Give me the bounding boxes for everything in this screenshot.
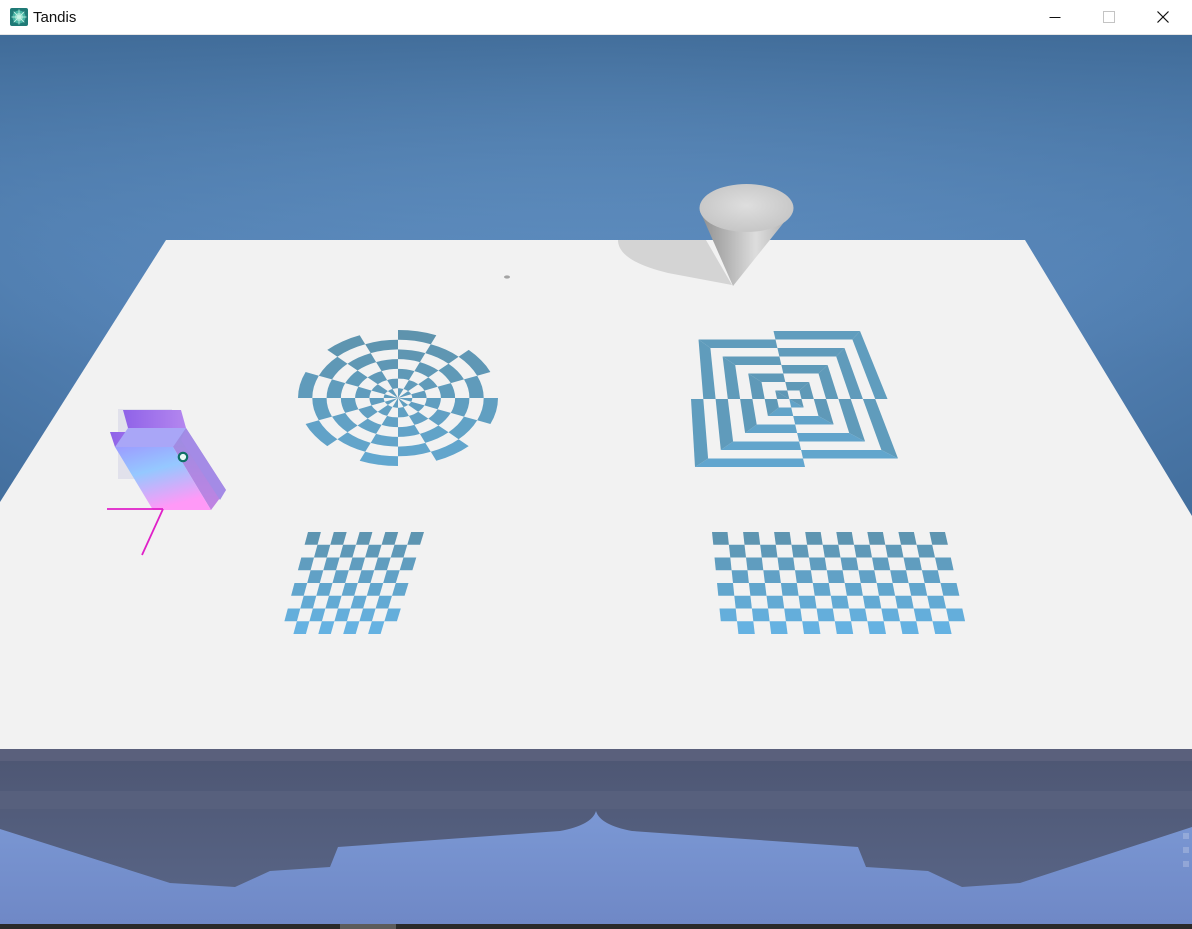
vortex-pattern-cell xyxy=(773,331,860,340)
vortex-pattern-cell xyxy=(801,450,898,459)
large-checker-cell xyxy=(836,532,854,545)
large-checker-cell xyxy=(921,570,941,583)
large-checker-cell xyxy=(849,608,868,622)
large-checker-cell xyxy=(940,583,960,596)
large-checker-cell xyxy=(731,570,749,583)
large-checker-cell xyxy=(844,583,863,596)
title-bar[interactable]: Tandis xyxy=(0,0,1192,35)
floor-marker-dot xyxy=(504,275,510,279)
large-checker-cell xyxy=(946,608,966,622)
large-checker-cell xyxy=(898,532,917,545)
large-checker-cell xyxy=(895,595,914,609)
maximize-icon xyxy=(1103,11,1115,23)
large-checker-cell xyxy=(826,570,845,583)
bottom-scrollbar[interactable] xyxy=(0,924,1192,929)
3d-scene[interactable] xyxy=(0,35,1192,924)
large-checker-cell xyxy=(798,595,817,609)
large-checker-cell xyxy=(916,544,935,558)
large-checker-cell xyxy=(867,532,886,545)
large-checker-cell xyxy=(816,608,835,622)
large-checker-cell xyxy=(834,621,854,634)
large-checker-cell xyxy=(809,557,827,571)
large-checker-cell xyxy=(908,583,928,596)
large-checker-cell xyxy=(812,583,831,596)
large-checker-cell xyxy=(766,595,785,609)
large-checker-cell xyxy=(769,621,788,634)
vortex-pattern-cell xyxy=(698,339,778,348)
large-checker-cell xyxy=(913,608,933,622)
vortex-pattern-cell xyxy=(695,458,805,467)
scrollbar-thumb[interactable] xyxy=(340,924,396,929)
large-checker-cell xyxy=(881,608,900,622)
under-floor-stripe xyxy=(0,791,1192,809)
window-title: Tandis xyxy=(33,9,77,26)
large-checker-cell xyxy=(774,532,792,545)
large-checker-cell xyxy=(822,544,841,558)
large-checker-cell xyxy=(780,583,799,596)
large-checker-cell xyxy=(784,608,803,622)
minimize-icon xyxy=(1049,17,1061,18)
vortex-pattern-cell xyxy=(777,348,845,357)
large-checker-cell xyxy=(890,570,909,583)
close-icon xyxy=(1157,11,1169,23)
large-checker-cell xyxy=(903,557,922,571)
large-checker-cell xyxy=(830,595,849,609)
large-checker-cell xyxy=(929,532,948,545)
large-checker-cell xyxy=(760,544,778,558)
large-checker-cell xyxy=(712,532,729,545)
large-checker-cell xyxy=(795,570,813,583)
large-checker-cell xyxy=(802,621,821,634)
block-pivot-handle[interactable] xyxy=(177,451,189,463)
floor-edge-band xyxy=(0,747,1192,761)
vortex-pattern-cell xyxy=(720,441,802,450)
large-checker-cell xyxy=(935,557,954,571)
large-checker-cell xyxy=(867,621,886,634)
large-checker-cell xyxy=(714,557,732,571)
large-checker-cell xyxy=(854,544,872,558)
large-checker-cell xyxy=(805,532,823,545)
large-checker-cell xyxy=(748,583,767,596)
large-checker-cell xyxy=(862,595,882,609)
3d-viewport[interactable] xyxy=(0,35,1192,924)
app-window: Tandis xyxy=(0,0,1192,929)
large-checker-cell xyxy=(746,557,764,571)
large-checker-cell xyxy=(876,583,896,596)
large-checker-cell xyxy=(763,570,781,583)
large-checker-cell xyxy=(872,557,891,571)
maximize-button[interactable] xyxy=(1082,0,1136,34)
large-checker-cell xyxy=(840,557,859,571)
close-button[interactable] xyxy=(1136,0,1190,34)
large-checker-cell xyxy=(734,595,752,609)
large-checker-cell xyxy=(858,570,877,583)
large-checker-cell xyxy=(717,583,735,596)
large-checker-cell xyxy=(737,621,755,634)
large-checker-cell xyxy=(791,544,809,558)
large-checker-cell xyxy=(777,557,795,571)
large-checker-cell xyxy=(743,532,761,545)
minimize-button[interactable] xyxy=(1028,0,1082,34)
tandis-app-icon xyxy=(10,8,28,26)
large-checker-cell xyxy=(751,608,770,622)
large-checker-cell xyxy=(900,621,919,634)
edge-watermark-icon xyxy=(1183,833,1189,867)
large-checker-cell xyxy=(728,544,746,558)
large-checker-cell xyxy=(885,544,904,558)
large-checker-cell xyxy=(927,595,947,609)
large-checker-cell xyxy=(719,608,737,622)
large-checker-cell xyxy=(932,621,952,634)
